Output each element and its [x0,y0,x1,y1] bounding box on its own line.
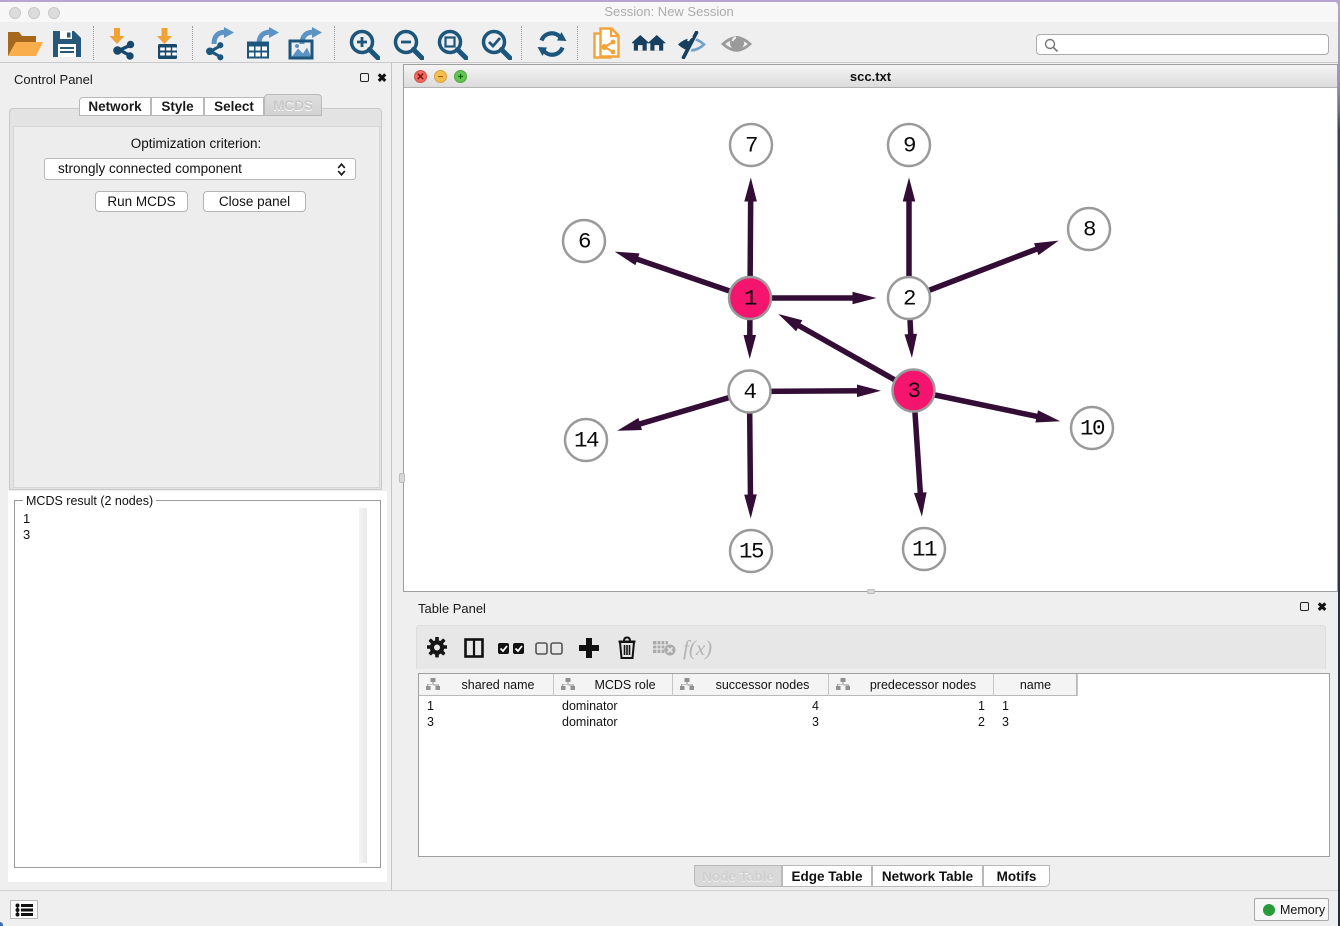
svg-text:7: 7 [745,133,757,159]
svg-text:15: 15 [739,539,764,565]
svg-text:9: 9 [903,133,915,159]
svg-text:14: 14 [574,428,599,454]
svg-text:10: 10 [1080,416,1105,442]
svg-text:1: 1 [744,286,757,312]
svg-text:2: 2 [903,286,915,312]
svg-text:6: 6 [578,229,591,255]
svg-text:4: 4 [743,379,756,405]
svg-text:11: 11 [912,537,937,563]
svg-text:8: 8 [1083,217,1096,243]
svg-text:3: 3 [907,378,920,404]
